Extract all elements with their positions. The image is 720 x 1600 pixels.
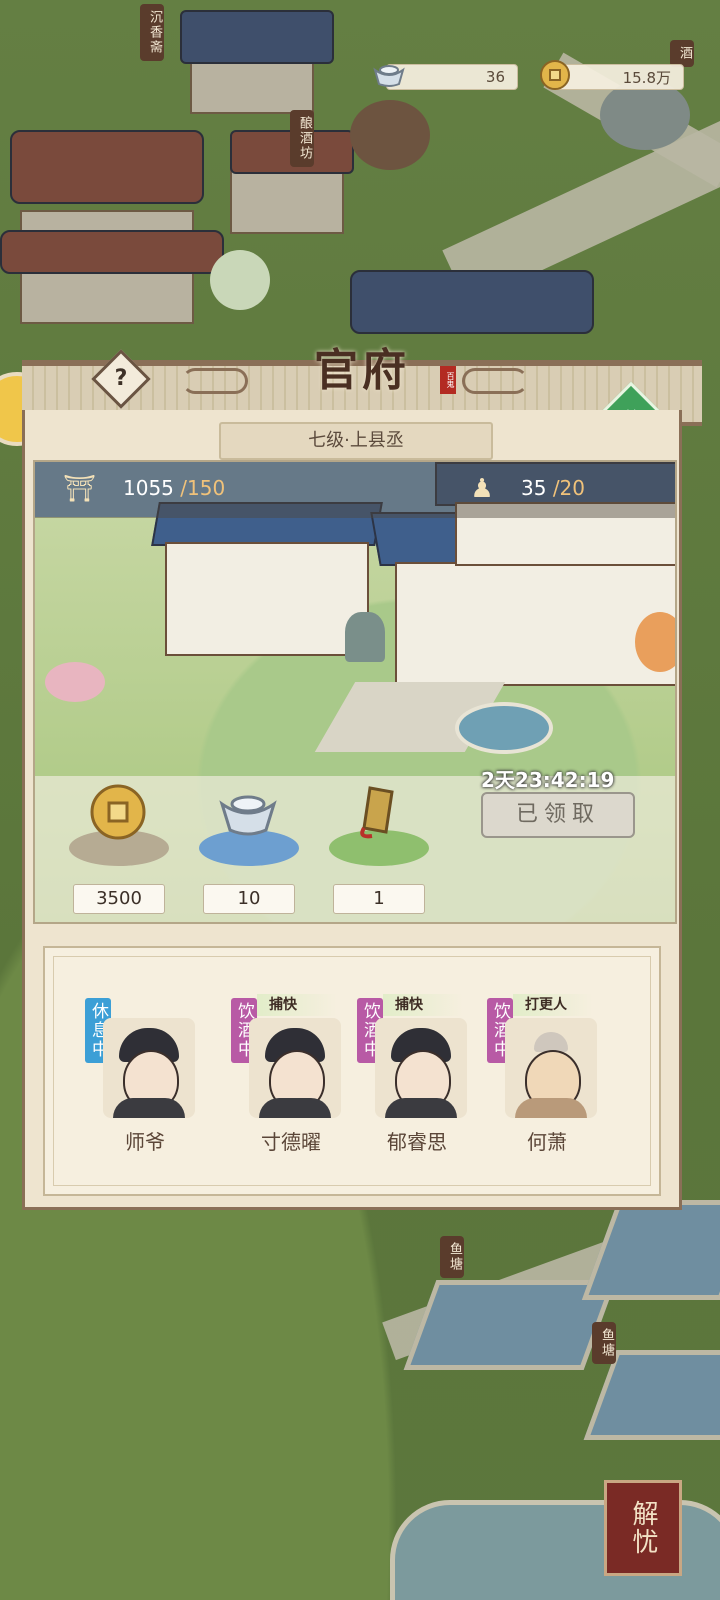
- staff-member[interactable]: 打更人 饮酒中 何萧: [487, 994, 597, 1164]
- prestige-max: /150: [180, 476, 226, 500]
- sign-yutang[interactable]: 鱼塘: [440, 1236, 464, 1278]
- staff-max: /20: [552, 476, 585, 500]
- avatar-robe: [385, 1098, 457, 1118]
- claim-timer: 2天23:42:19: [481, 768, 615, 792]
- staff-stat: 35 /20: [521, 476, 585, 500]
- question-icon: ?: [114, 366, 128, 391]
- pagoda-roof-lower: [0, 230, 224, 274]
- government-office-panel: 官府 百鬼 ? ⚒ 七级·上县丞 ⛩ 1055 /150: [22, 330, 702, 1210]
- east-hall: [395, 562, 675, 686]
- reward-token[interactable]: 1: [329, 782, 429, 922]
- sign-chenxiangzhai[interactable]: 沉香斋: [140, 4, 164, 61]
- copper-coin-icon: [538, 58, 572, 92]
- panel-title: 官府: [314, 345, 410, 396]
- avatar-robe: [259, 1098, 331, 1118]
- reward-silver[interactable]: 10: [199, 782, 299, 922]
- silver-ingot-icon: [372, 58, 406, 92]
- main-hall: [165, 542, 369, 656]
- job-tag: 打更人: [513, 994, 593, 1016]
- tree: [210, 250, 270, 310]
- person-icon: ♟: [470, 474, 494, 504]
- fish-pond[interactable]: [581, 1200, 720, 1300]
- pavilion-icon: ⛩: [63, 474, 97, 504]
- copper-coin-icon: [88, 782, 148, 842]
- avatar: [375, 1018, 467, 1118]
- panel-body: 七级·上县丞 ⛩ 1055 /150 ♟ 35 /20 3500 10 1 2天…: [22, 410, 682, 1210]
- rock: [600, 80, 690, 150]
- wine-barrels: [350, 100, 430, 170]
- member-name: 郁睿思: [387, 1130, 447, 1154]
- reward-count: 1: [333, 884, 425, 914]
- avatar: [505, 1018, 597, 1118]
- staff-member[interactable]: 捕快 饮酒中 郁睿思: [357, 994, 467, 1164]
- title-banner: 官府 百鬼: [232, 336, 492, 396]
- garden-rock: [345, 612, 385, 662]
- sign-niangjiufang[interactable]: 酿酒坊: [290, 110, 314, 167]
- maple-tree: [635, 612, 675, 672]
- reward-count: 3500: [73, 884, 165, 914]
- reward-count: 10: [203, 884, 295, 914]
- sign-jiu[interactable]: 酒: [670, 40, 694, 67]
- shop-roof: [180, 10, 334, 64]
- staff-member[interactable]: 休息中 师爷: [85, 994, 195, 1164]
- token-icon: [348, 782, 408, 842]
- job-tag: 捕快: [257, 994, 337, 1016]
- avatar: [249, 1018, 341, 1118]
- jieyou-button[interactable]: 解忧: [604, 1480, 682, 1576]
- staff-member[interactable]: 捕快 饮酒中 寸德曜: [231, 994, 341, 1164]
- claimed-button[interactable]: 已领取: [481, 792, 635, 838]
- rank-label: 七级·上县丞: [219, 422, 493, 460]
- prestige-current: 1055: [123, 476, 174, 500]
- title-seal: 百鬼: [440, 366, 456, 394]
- garden-pond: [455, 702, 553, 754]
- reward-copper[interactable]: 3500: [69, 782, 169, 922]
- avatar-robe: [113, 1098, 185, 1118]
- job-tag: 捕快: [383, 994, 463, 1016]
- silver-ingot-icon: [218, 782, 278, 842]
- member-name: 何萧: [527, 1130, 567, 1154]
- staff-roster: 休息中 师爷 捕快 饮酒中 寸德曜 捕快 饮酒中 郁睿思 打更人 饮酒中 何萧: [43, 946, 661, 1196]
- prestige-stat: 1055 /150: [123, 476, 225, 500]
- flower-bush: [45, 662, 105, 702]
- avatar-hair: [534, 1032, 568, 1052]
- member-name: 师爷: [125, 1130, 165, 1154]
- silver-value: 36: [485, 68, 505, 86]
- stats-bar: ⛩ 1055 /150 ♟ 35 /20: [35, 462, 675, 518]
- avatar: [103, 1018, 195, 1118]
- pagoda-roof: [10, 130, 204, 204]
- avatar-robe: [515, 1098, 587, 1118]
- staff-current: 35: [521, 476, 547, 500]
- office-scene: ⛩ 1055 /150 ♟ 35 /20 3500 10 1 2天23:42:1…: [33, 460, 677, 924]
- copper-value: 15.8万: [622, 68, 671, 87]
- office-roof: [350, 270, 594, 334]
- sign-yutang[interactable]: 鱼塘: [592, 1322, 616, 1364]
- member-name: 寸德曜: [261, 1130, 321, 1154]
